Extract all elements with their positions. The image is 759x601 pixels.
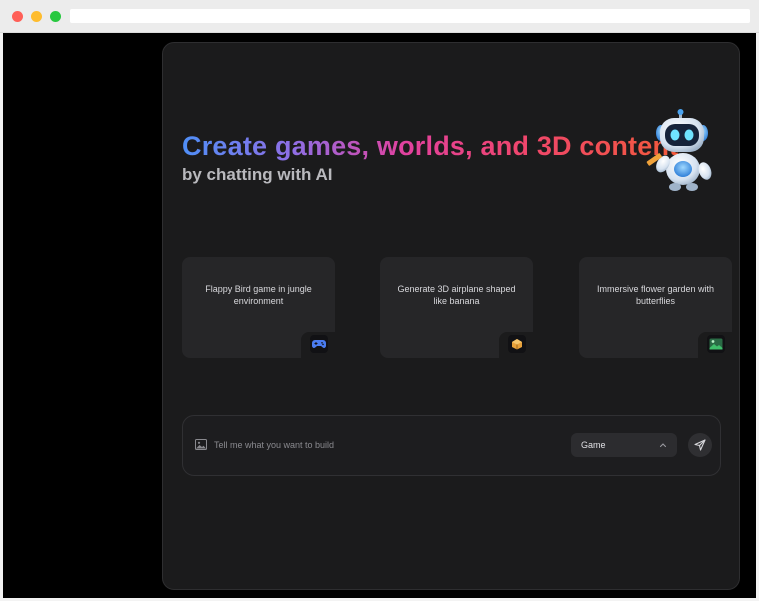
send-icon <box>694 439 706 451</box>
suggestion-card-label: Immersive flower garden with butterflies <box>596 284 715 306</box>
title-bar <box>0 0 759 33</box>
hero-title: Create games, worlds, and 3D content <box>182 131 679 161</box>
suggestion-card-label: Flappy Bird game in jungle environment <box>205 284 312 306</box>
cube-3d-icon <box>508 335 526 353</box>
prompt-composer: Game <box>182 415 721 476</box>
robot-mascot-icon <box>646 109 712 191</box>
suggestion-card-label: Generate 3D airplane shaped like banana <box>397 284 516 306</box>
browser-window: Create games, worlds, and 3D content by … <box>0 0 759 601</box>
mode-select[interactable]: Game <box>571 433 677 457</box>
close-window-button[interactable] <box>12 11 23 22</box>
address-bar[interactable] <box>70 9 750 23</box>
suggestion-card-flappy-bird[interactable]: Flappy Bird game in jungle environment <box>182 257 335 358</box>
image-icon[interactable] <box>195 439 207 450</box>
maximize-window-button[interactable] <box>50 11 61 22</box>
chevron-up-icon <box>659 443 667 448</box>
mode-select-value: Game <box>581 440 606 450</box>
frame-edge <box>0 33 3 601</box>
hero-subtitle: by chatting with AI <box>182 165 333 184</box>
send-button[interactable] <box>688 433 712 457</box>
minimize-window-button[interactable] <box>31 11 42 22</box>
prompt-input[interactable] <box>214 438 554 452</box>
landscape-icon <box>707 335 725 353</box>
gamepad-icon <box>310 335 328 353</box>
suggestion-card-flower-garden[interactable]: Immersive flower garden with butterflies <box>579 257 732 358</box>
main-panel: Create games, worlds, and 3D content by … <box>162 42 740 590</box>
suggestion-card-banana-airplane[interactable]: Generate 3D airplane shaped like banana <box>380 257 533 358</box>
